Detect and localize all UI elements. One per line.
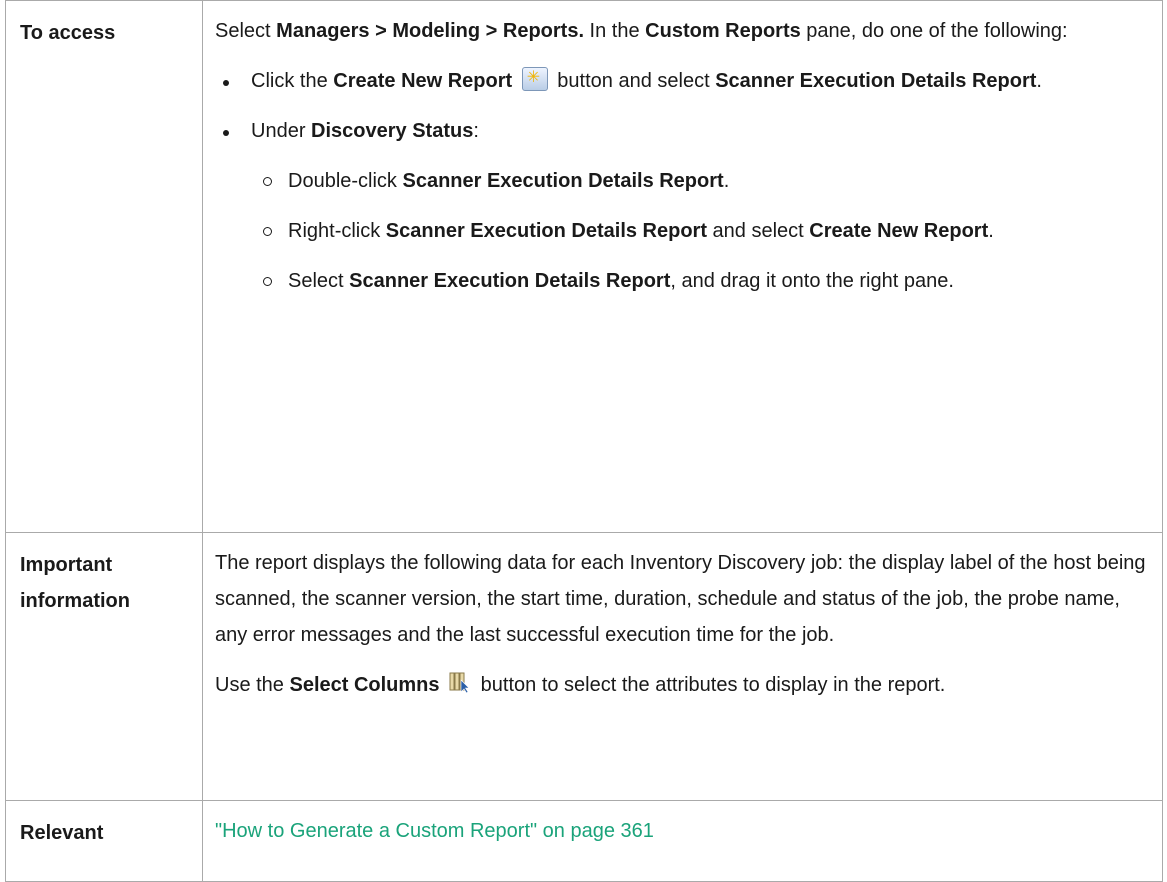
important-cell: The report displays the following data f… bbox=[202, 532, 1163, 801]
header-line: information bbox=[20, 590, 130, 612]
text: In the bbox=[584, 20, 646, 42]
text: , and drag it onto the right pane. bbox=[670, 270, 954, 292]
ui-term: Create New Report bbox=[333, 70, 513, 92]
text: Click the bbox=[251, 70, 334, 92]
text: . bbox=[723, 170, 730, 192]
text: Use the bbox=[215, 674, 290, 696]
bullet-icon bbox=[223, 80, 229, 86]
list-item: Click the Create New Report button and s… bbox=[215, 60, 1148, 99]
ui-term: Scanner Execution Details Report bbox=[402, 170, 724, 192]
ui-term: Scanner Execution Details Report bbox=[385, 220, 707, 242]
text: : bbox=[473, 120, 479, 142]
text: button and select bbox=[551, 70, 716, 92]
text: Select bbox=[215, 20, 277, 42]
text: and select bbox=[707, 220, 810, 242]
row-header-to-access: To access bbox=[5, 0, 203, 533]
table-row: Relevant "How to Generate a Custom Repor… bbox=[5, 800, 1163, 882]
ui-term: Discovery Status bbox=[311, 120, 474, 142]
select-columns-paragraph: Use the Select Columns button to select … bbox=[215, 667, 1148, 703]
circle-bullet-icon bbox=[263, 177, 272, 186]
header-line: Important bbox=[20, 554, 113, 576]
select-columns-icon bbox=[449, 669, 471, 694]
ui-term: Scanner Execution Details Report bbox=[349, 270, 671, 292]
info-table: To access Select Managers > Modeling > R… bbox=[5, 0, 1163, 882]
ui-term: Create New Report bbox=[809, 220, 989, 242]
pane-name: Custom Reports bbox=[645, 20, 801, 42]
list-item: Under Discovery Status: bbox=[215, 113, 1148, 149]
row-header-important-information: Important information bbox=[5, 532, 203, 801]
sub-list-item: Double-click Scanner Execution Details R… bbox=[215, 163, 1148, 199]
row-header-relevant: Relevant bbox=[5, 800, 203, 882]
text: Double-click bbox=[288, 170, 403, 192]
table-row: To access Select Managers > Modeling > R… bbox=[5, 0, 1163, 533]
text: button to select the attributes to displ… bbox=[475, 674, 946, 696]
ui-term: Scanner Execution Details Report bbox=[715, 70, 1037, 92]
circle-bullet-icon bbox=[263, 227, 272, 236]
important-paragraph: The report displays the following data f… bbox=[215, 552, 1146, 646]
create-new-report-icon bbox=[521, 60, 548, 96]
access-cell: Select Managers > Modeling > Reports. In… bbox=[202, 0, 1163, 533]
text: Select bbox=[288, 270, 350, 292]
sub-list-item: Select Scanner Execution Details Report,… bbox=[215, 263, 1148, 299]
circle-bullet-icon bbox=[263, 277, 272, 286]
access-intro: Select Managers > Modeling > Reports. In… bbox=[215, 13, 1148, 49]
relevant-cell: "How to Generate a Custom Report" on pag… bbox=[202, 800, 1163, 882]
ui-term: Select Columns bbox=[289, 674, 440, 696]
text: . bbox=[1036, 70, 1042, 92]
text: pane, do one of the following: bbox=[800, 20, 1068, 42]
bullet-icon bbox=[223, 130, 229, 136]
text: . bbox=[988, 220, 994, 242]
menu-path: Managers > Modeling > Reports. bbox=[276, 20, 584, 42]
sub-list-item: Right-click Scanner Execution Details Re… bbox=[215, 213, 1148, 249]
text: Under bbox=[251, 120, 312, 142]
text: Right-click bbox=[288, 220, 386, 242]
table-row: Important information The report display… bbox=[5, 532, 1163, 801]
